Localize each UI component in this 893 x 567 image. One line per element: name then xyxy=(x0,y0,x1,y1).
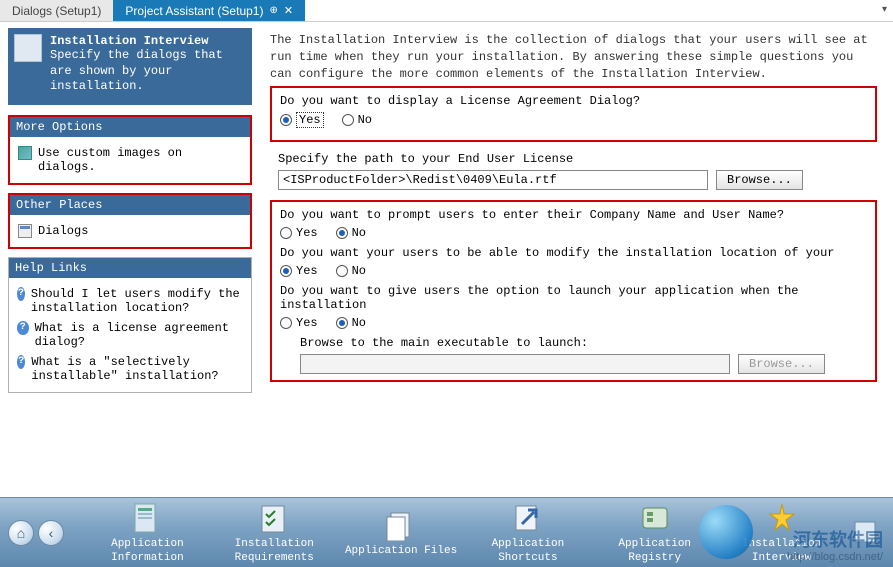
home-button[interactable]: ⌂ xyxy=(8,520,34,546)
eula-path-group: Specify the path to your End User Licens… xyxy=(270,146,877,196)
main-area: Installation Interview Specify the dialo… xyxy=(0,22,893,497)
eula-path-input[interactable] xyxy=(278,170,708,190)
q4-yes-label: Yes xyxy=(296,316,318,330)
exe-path-input xyxy=(300,354,730,374)
content-pane: The Installation Interview is the collec… xyxy=(260,22,893,497)
tab-project-assistant-label: Project Assistant (Setup1) xyxy=(125,4,263,18)
nav-install-req[interactable]: Installation Requirements xyxy=(211,500,338,564)
bottom-nav: ⌂ ‹ Application Information Installation… xyxy=(0,497,893,567)
nav-label: Installation Interview xyxy=(742,538,821,563)
tab-dialogs[interactable]: Dialogs (Setup1) xyxy=(0,0,113,21)
interview-icon xyxy=(14,34,42,62)
nav-app-info[interactable]: Application Information xyxy=(84,500,211,564)
radio-icon xyxy=(336,227,348,239)
help-link-label: Should I let users modify the installati… xyxy=(31,287,243,315)
q3-yes[interactable]: Yes xyxy=(280,264,318,278)
radio-icon xyxy=(342,114,354,126)
specify-path-label: Specify the path to your End User Licens… xyxy=(278,152,869,166)
page-subtitle: Specify the dialogs that are shown by yo… xyxy=(50,48,246,95)
nav-app-shortcuts[interactable]: Application Shortcuts xyxy=(464,500,591,564)
help-link-label: What is a "selectively installable" inst… xyxy=(31,355,243,383)
pin-icon[interactable]: ⊕ xyxy=(269,5,277,16)
more-options-panel: More Options Use custom images on dialog… xyxy=(8,115,252,185)
app-files-icon xyxy=(383,507,419,543)
nav-forward[interactable] xyxy=(845,514,885,552)
install-req-icon xyxy=(256,500,292,536)
q3-no-label: No xyxy=(352,264,366,278)
nav-label: Installation Requirements xyxy=(235,538,314,563)
image-icon xyxy=(18,146,32,160)
help-icon: ? xyxy=(17,355,25,369)
app-shortcuts-icon xyxy=(510,500,546,536)
more-options-custom-images[interactable]: Use custom images on dialogs. xyxy=(16,143,244,177)
help-link-1[interactable]: ? Should I let users modify the installa… xyxy=(15,284,245,318)
questions-group: Do you want to prompt users to enter the… xyxy=(270,200,877,382)
other-places-dialogs[interactable]: Dialogs xyxy=(16,221,244,241)
other-places-header: Other Places xyxy=(10,195,250,215)
help-link-2[interactable]: ? What is a license agreement dialog? xyxy=(15,318,245,352)
help-links-header: Help Links xyxy=(9,258,251,278)
q2-yes-label: Yes xyxy=(296,226,318,240)
other-places-item-label: Dialogs xyxy=(38,224,88,238)
browse-exe-button: Browse... xyxy=(738,354,825,374)
radio-icon xyxy=(280,114,292,126)
q1-yes-label: Yes xyxy=(296,112,324,128)
q4-no[interactable]: No xyxy=(336,316,366,330)
nav-label: Application Information xyxy=(111,538,184,563)
help-icon: ? xyxy=(17,321,29,335)
q3-text: Do you want your users to be able to mod… xyxy=(280,246,867,260)
nav-label: Application Files xyxy=(345,545,457,557)
left-column: Installation Interview Specify the dialo… xyxy=(0,22,260,497)
app-info-icon xyxy=(129,500,165,536)
q2-no-label: No xyxy=(352,226,366,240)
q3-yes-label: Yes xyxy=(296,264,318,278)
q4-no-label: No xyxy=(352,316,366,330)
forward-icon xyxy=(847,514,883,550)
q2-text: Do you want to prompt users to enter the… xyxy=(280,208,867,222)
tab-project-assistant[interactable]: Project Assistant (Setup1) ⊕ ✕ xyxy=(113,0,305,21)
nav-app-files[interactable]: Application Files xyxy=(338,507,465,558)
install-interview-icon xyxy=(764,500,800,536)
radio-icon xyxy=(336,265,348,277)
q4-yes[interactable]: Yes xyxy=(280,316,318,330)
nav-label: Application Shortcuts xyxy=(492,538,565,563)
q1-no-label: No xyxy=(358,113,372,127)
page-title: Installation Interview xyxy=(50,34,246,48)
nav-install-interview[interactable]: Installation Interview xyxy=(718,500,845,564)
q1-no[interactable]: No xyxy=(342,113,372,127)
help-link-3[interactable]: ? What is a "selectively installable" in… xyxy=(15,352,245,386)
q1-text: Do you want to display a License Agreeme… xyxy=(280,94,867,108)
close-icon[interactable]: ✕ xyxy=(284,4,293,17)
nav-label: Application Registry xyxy=(618,538,691,563)
radio-icon xyxy=(280,265,292,277)
page-header: Installation Interview Specify the dialo… xyxy=(8,28,252,105)
more-options-header: More Options xyxy=(10,117,250,137)
q2-yes[interactable]: Yes xyxy=(280,226,318,240)
tab-dialogs-label: Dialogs (Setup1) xyxy=(12,4,101,18)
app-registry-icon xyxy=(637,500,673,536)
help-icon: ? xyxy=(17,287,25,301)
q2-no[interactable]: No xyxy=(336,226,366,240)
other-places-panel: Other Places Dialogs xyxy=(8,193,252,249)
radio-icon xyxy=(336,317,348,329)
tab-bar: Dialogs (Setup1) Project Assistant (Setu… xyxy=(0,0,893,22)
q3-no[interactable]: No xyxy=(336,264,366,278)
back-button[interactable]: ‹ xyxy=(38,520,64,546)
intro-text: The Installation Interview is the collec… xyxy=(270,32,877,82)
help-link-label: What is a license agreement dialog? xyxy=(35,321,243,349)
q1-yes[interactable]: Yes xyxy=(280,112,324,128)
nav-app-registry[interactable]: Application Registry xyxy=(591,500,718,564)
license-agreement-group: Do you want to display a License Agreeme… xyxy=(270,86,877,142)
more-options-item-label: Use custom images on dialogs. xyxy=(38,146,242,174)
q4-text: Do you want to give users the option to … xyxy=(280,284,867,312)
dialog-icon xyxy=(18,224,32,238)
radio-icon xyxy=(280,317,292,329)
browse-eula-button[interactable]: Browse... xyxy=(716,170,803,190)
radio-icon xyxy=(280,227,292,239)
tab-menu-icon[interactable]: ▾ xyxy=(882,4,887,15)
help-links-panel: Help Links ? Should I let users modify t… xyxy=(8,257,252,393)
browse-exe-label: Browse to the main executable to launch: xyxy=(300,336,867,350)
